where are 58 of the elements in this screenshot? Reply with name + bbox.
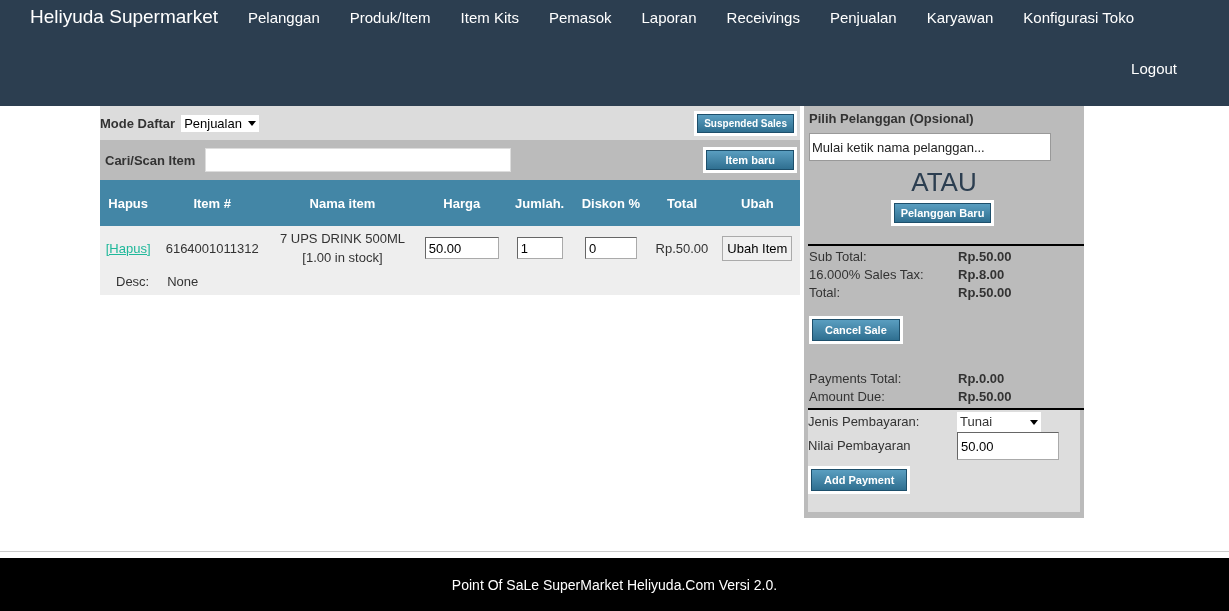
total-label: Total:	[809, 284, 842, 302]
total-label: 16.000% Sales Tax:	[809, 266, 925, 284]
payment-amount-label: Nilai Pembayaran	[808, 437, 912, 455]
item-number: 6164001011312	[165, 240, 259, 256]
mode-dropdown[interactable]: Penjualan	[181, 114, 259, 132]
stock-text: [1.00 in stock]	[301, 249, 384, 267]
total-value: Rp.50.00	[958, 284, 1013, 302]
payment-value: Rp.0.00	[958, 370, 1006, 388]
payment-type-dropdown[interactable]: Tunai	[957, 412, 1041, 432]
column-header: Total	[649, 180, 715, 226]
desc-label: Desc:	[116, 274, 150, 289]
item-name: 7 UPS DRINK 500ML	[278, 230, 406, 248]
total-label: Sub Total:	[809, 248, 868, 266]
brand-link[interactable]: Heliyuda Supermarket	[30, 6, 218, 28]
total-value: Rp.8.00	[958, 266, 1006, 284]
nav-link[interactable]: Produk/Item	[349, 8, 431, 26]
search-label: Cari/Scan Item	[105, 152, 196, 168]
nav-link[interactable]: Konfigurasi Toko	[1023, 8, 1134, 26]
or-text: ATAU	[910, 167, 978, 198]
customer-title: Pilih Pelanggan (Opsional)	[809, 111, 975, 126]
nav-link[interactable]: Laporan	[641, 8, 697, 26]
mode-label: Mode Daftar	[100, 115, 176, 131]
caret-icon	[247, 120, 256, 126]
payment-value: Rp.50.00	[958, 388, 1013, 406]
desc-value: None	[167, 274, 199, 289]
payment-amount-field[interactable]: 50.00	[957, 432, 1059, 460]
payment-type-label: Jenis Pembayaran:	[808, 413, 921, 431]
discount-field[interactable]: 0	[584, 237, 637, 259]
search-field[interactable]	[205, 148, 512, 172]
payment-label: Payments Total:	[809, 370, 903, 388]
caret-icon	[1030, 419, 1038, 425]
nav-link[interactable]: Pelanggan	[248, 8, 320, 26]
nav-link[interactable]: Karyawan	[926, 8, 994, 26]
customer-field[interactable]: Mulai ketik nama pelanggan...	[809, 133, 1051, 161]
column-header: Harga	[416, 180, 507, 226]
price-field[interactable]: 50.00	[424, 237, 499, 259]
column-header: Hapus	[100, 180, 157, 226]
logout-link[interactable]: Logout	[1131, 60, 1177, 77]
nav-link[interactable]: Pemasok	[548, 8, 612, 26]
total-value: Rp.50.00	[958, 248, 1013, 266]
nav-link[interactable]: Penjualan	[829, 8, 897, 26]
nav-link[interactable]: Receivings	[726, 8, 800, 26]
add-payment-button[interactable]: Add Payment	[811, 469, 908, 491]
quantity-field[interactable]: 1	[516, 237, 563, 259]
new-customer-button[interactable]: Pelanggan Baru	[893, 203, 992, 223]
payment-label: Amount Due:	[809, 388, 886, 406]
cancel-sale-button[interactable]: Cancel Sale	[812, 319, 900, 341]
edit-item-button[interactable]: Ubah Item	[722, 235, 793, 261]
total-text: Rp.50.00	[655, 240, 709, 256]
column-header: Ubah	[714, 180, 800, 226]
column-header: Nama item	[268, 180, 417, 226]
column-header: Item #	[156, 180, 269, 226]
suspended-sales-button[interactable]: Suspended Sales	[697, 113, 794, 133]
column-header: Diskon %	[572, 180, 650, 226]
column-header: Jumlah.	[506, 180, 573, 226]
new-item-button[interactable]: Item baru	[706, 150, 794, 170]
footer-text: Point Of SaLe SuperMarket Heliyuda.Com Versi 2.0.	[451, 576, 778, 593]
nav-link[interactable]: Item Kits	[460, 8, 519, 26]
